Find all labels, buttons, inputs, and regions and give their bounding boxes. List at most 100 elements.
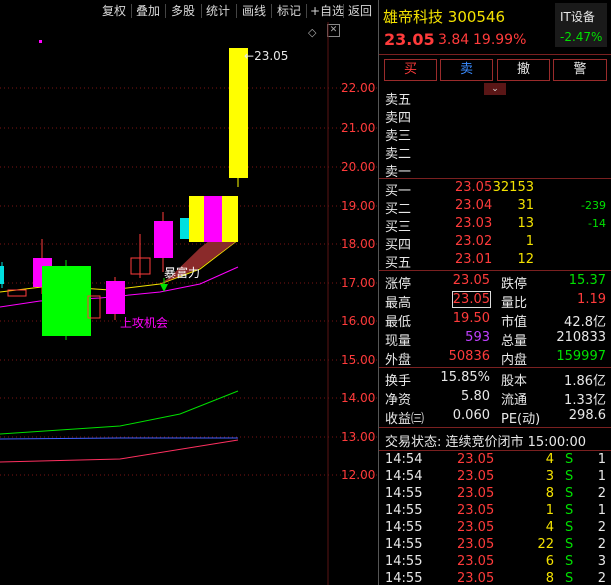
sector-box[interactable]: IT设备 -2.47% — [555, 3, 607, 47]
tick-price: 23.05 — [457, 503, 495, 518]
sell-row[interactable]: 卖四 — [379, 106, 611, 126]
candle — [106, 281, 125, 314]
sell-row[interactable]: 卖一 — [379, 160, 611, 180]
tick-side: S — [565, 554, 574, 569]
stats-row: 最高 23.05 量比 1.19 — [379, 291, 611, 311]
tick-count: 2 — [597, 520, 606, 535]
buy-label: 买五 — [385, 256, 412, 271]
tick-time: 14:54 — [385, 469, 423, 484]
toolbar-multistock[interactable]: 多股 — [171, 2, 195, 19]
price-change-pct: 19.99% — [473, 32, 527, 48]
marker-dot — [39, 40, 42, 43]
buy-row[interactable]: 买一 23.05 32153 — [379, 179, 611, 199]
quote-panel: 雄帝科技 300546 IT设备 -2.47% 23.05 3.84 19.99… — [378, 0, 611, 585]
tick-side: S — [565, 503, 574, 518]
stats-row: 换手 15.85% 股本 1.86亿 — [379, 369, 611, 389]
annotation-opportunity: 上攻机会 — [120, 316, 169, 330]
stats-row: 现量 593 总量 210833 — [379, 329, 611, 349]
cancel-button[interactable]: 撤 — [497, 59, 550, 81]
tick-volume: 6 — [545, 554, 554, 569]
tick-count: 1 — [597, 452, 606, 467]
stats-row: 最低 19.50 市值 42.8亿 — [379, 310, 611, 330]
tick-time: 14:55 — [385, 486, 423, 501]
sell-button[interactable]: 卖 — [440, 59, 493, 81]
toolbar-add-watchlist[interactable]: +自选 — [310, 2, 344, 19]
current-volume-value: 593 — [465, 330, 490, 345]
divider — [343, 4, 344, 18]
divider — [201, 4, 202, 18]
tick-count: 2 — [597, 537, 606, 552]
alert-button[interactable]: 警 — [553, 59, 607, 81]
buy-volume: 1 — [525, 234, 534, 249]
toolbar-stats[interactable]: 统计 — [206, 2, 230, 19]
tick-time: 14:55 — [385, 537, 423, 552]
turnover-value: 15.85% — [440, 370, 490, 385]
pe-value: 298.6 — [568, 408, 606, 423]
sell-row[interactable]: 卖五 — [379, 88, 611, 108]
tick-volume: 3 — [545, 469, 554, 484]
sell-row[interactable]: 卖二 — [379, 142, 611, 162]
stat-label: 收益㈢ — [385, 412, 425, 427]
tick-volume: 8 — [545, 571, 554, 585]
stock-name-line: 雄帝科技 300546 — [383, 6, 505, 27]
candle — [154, 221, 173, 258]
price-change: 3.84 — [438, 32, 470, 48]
tick-volume: 22 — [537, 537, 554, 552]
tick-count: 1 — [597, 469, 606, 484]
eps-value: 0.060 — [452, 408, 490, 423]
stat-label: 最低 — [385, 315, 412, 330]
tick-row: 14:55 23.05 8 S 2 — [379, 485, 611, 503]
toolbar-fuquan[interactable]: 复权 — [102, 2, 126, 19]
divider — [236, 4, 237, 18]
divider — [379, 270, 611, 271]
high-price-label: ←23.05 — [244, 49, 289, 63]
stat-label: 股本 — [501, 374, 528, 389]
tick-side: S — [565, 452, 574, 467]
buy-volume: 32153 — [492, 180, 534, 195]
toolbar-overlay[interactable]: 叠加 — [136, 2, 160, 19]
tick-price: 23.05 — [457, 486, 495, 501]
candle — [204, 196, 223, 242]
tick-row: 14:55 23.05 22 S 2 — [379, 536, 611, 554]
stats-row: 外盘 50836 内盘 159997 — [379, 348, 611, 368]
buy-row[interactable]: 买二 23.04 31 -239 — [379, 197, 611, 217]
buy-row[interactable]: 买四 23.02 1 — [379, 233, 611, 253]
y-tick: 17.00 — [341, 276, 376, 290]
stat-label: 总量 — [501, 334, 528, 349]
toolbar-draw[interactable]: 画线 — [242, 2, 266, 19]
buy-row[interactable]: 买三 23.03 13 -14 — [379, 215, 611, 235]
inner-volume-value: 159997 — [556, 349, 606, 364]
stock-code: 300546 — [447, 8, 506, 26]
last-price: 23.05 — [384, 30, 435, 49]
y-tick: 21.00 — [341, 121, 376, 135]
divider — [379, 427, 611, 428]
ma-line-red — [0, 439, 239, 463]
tick-side: S — [565, 469, 574, 484]
buy-price: 23.03 — [455, 216, 493, 231]
tick-price: 23.05 — [457, 537, 495, 552]
ma-line-blue — [0, 437, 238, 440]
toolbar-mark[interactable]: 标记 — [277, 2, 301, 19]
divider — [271, 4, 272, 18]
toolbar-back[interactable]: 返回 — [348, 2, 372, 19]
y-tick: 19.00 — [341, 199, 376, 213]
divider — [165, 4, 166, 18]
market-cap-value: 42.8亿 — [564, 315, 606, 330]
buy-price: 23.04 — [455, 198, 493, 213]
buy-diff: -239 — [581, 199, 606, 212]
divider — [131, 4, 132, 18]
float-value: 1.33亿 — [564, 393, 606, 408]
ma-line-green — [0, 390, 239, 435]
candle — [42, 266, 91, 336]
buy-price: 23.05 — [455, 180, 493, 195]
buy-button[interactable]: 买 — [384, 59, 437, 81]
sector-change: -2.47% — [560, 30, 603, 44]
tick-row: 14:55 23.05 6 S 3 — [379, 553, 611, 571]
kline-chart[interactable]: ←23.05 暴富力 上攻机会 22.00 21.00 20.00 19.00 … — [0, 22, 378, 585]
candle — [229, 48, 248, 178]
y-tick: 20.00 — [341, 160, 376, 174]
tick-count: 1 — [597, 503, 606, 518]
sell-row[interactable]: 卖三 — [379, 124, 611, 144]
buy-row[interactable]: 买五 23.01 12 — [379, 251, 611, 271]
divider — [379, 54, 611, 55]
